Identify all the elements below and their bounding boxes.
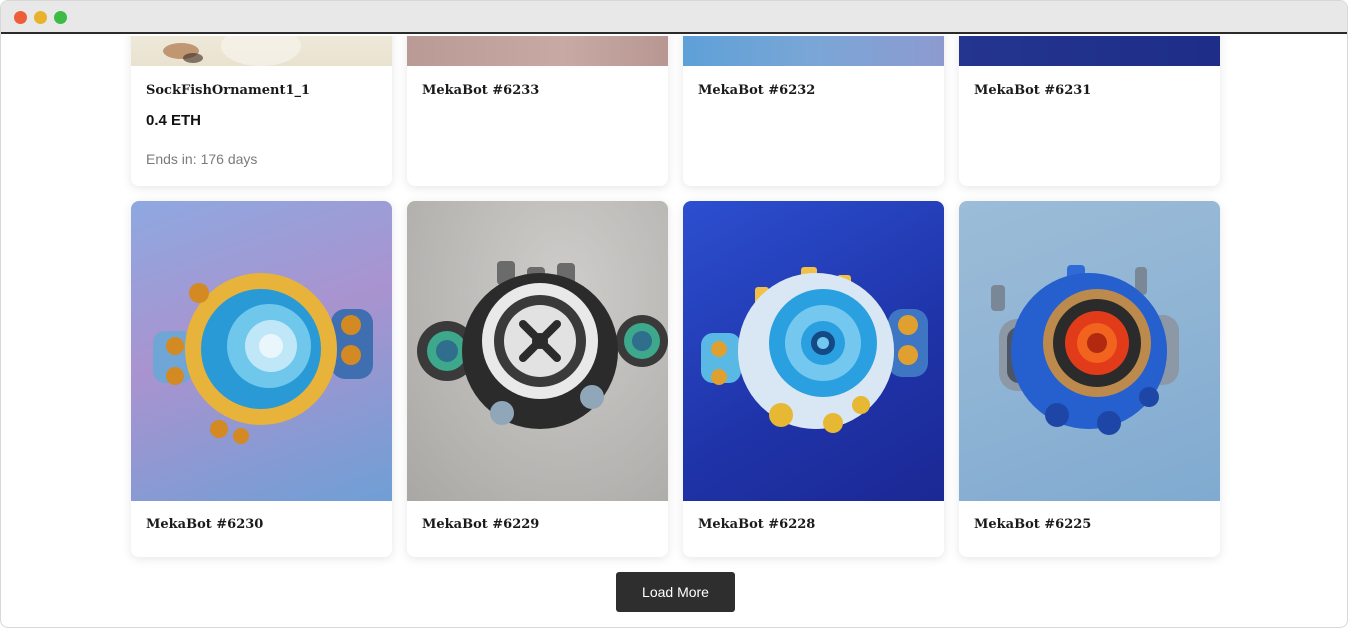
- browser-window: SockFishOrnament1_1 0.4 ETH Ends in: 176 …: [0, 0, 1348, 628]
- nft-title: MekaBot #6229: [422, 517, 540, 532]
- nft-card[interactable]: MekaBot #6233: [407, 36, 668, 186]
- window-titlebar: [1, 1, 1347, 34]
- nft-title: MekaBot #6233: [422, 83, 540, 98]
- nft-card[interactable]: SockFishOrnament1_1 0.4 ETH Ends in: 176 …: [131, 36, 392, 186]
- ends-label: Ends in:: [146, 151, 197, 167]
- nft-card[interactable]: MekaBot #6230: [131, 201, 392, 557]
- nft-card[interactable]: MekaBot #6225: [959, 201, 1220, 557]
- ends-value: 176 days: [200, 151, 258, 167]
- nft-card[interactable]: MekaBot #6228: [683, 201, 944, 557]
- nft-image: [131, 36, 392, 66]
- nft-image: [131, 201, 392, 501]
- auction-countdown: Ends in: 176 days: [146, 151, 257, 167]
- nft-title: MekaBot #6225: [974, 517, 1092, 532]
- mekabot-black-icon: [417, 261, 668, 429]
- minimize-window-button[interactable]: [34, 11, 47, 24]
- nft-title: MekaBot #6228: [698, 517, 816, 532]
- nft-title: SockFishOrnament1_1: [146, 83, 311, 98]
- nft-card[interactable]: MekaBot #6229: [407, 201, 668, 557]
- nft-image: [407, 201, 668, 501]
- nft-image: [959, 36, 1220, 66]
- mekabot-yellow-icon: [153, 273, 373, 444]
- nft-image: [959, 201, 1220, 501]
- nft-title: MekaBot #6230: [146, 517, 264, 532]
- nft-title: MekaBot #6231: [974, 83, 1092, 98]
- close-window-button[interactable]: [14, 11, 27, 24]
- nft-card[interactable]: MekaBot #6231: [959, 36, 1220, 186]
- load-more-button[interactable]: Load More: [616, 572, 735, 612]
- nft-image: [407, 36, 668, 66]
- nft-title: MekaBot #6232: [698, 83, 816, 98]
- nft-card[interactable]: MekaBot #6232: [683, 36, 944, 186]
- nft-gallery: SockFishOrnament1_1 0.4 ETH Ends in: 176 …: [1, 36, 1347, 627]
- nft-image: [683, 36, 944, 66]
- maximize-window-button[interactable]: [54, 11, 67, 24]
- mekabot-blue-icon: [991, 265, 1179, 435]
- nft-image: [683, 201, 944, 501]
- mekabot-white-icon: [701, 267, 928, 433]
- nft-price: 0.4 ETH: [146, 112, 202, 129]
